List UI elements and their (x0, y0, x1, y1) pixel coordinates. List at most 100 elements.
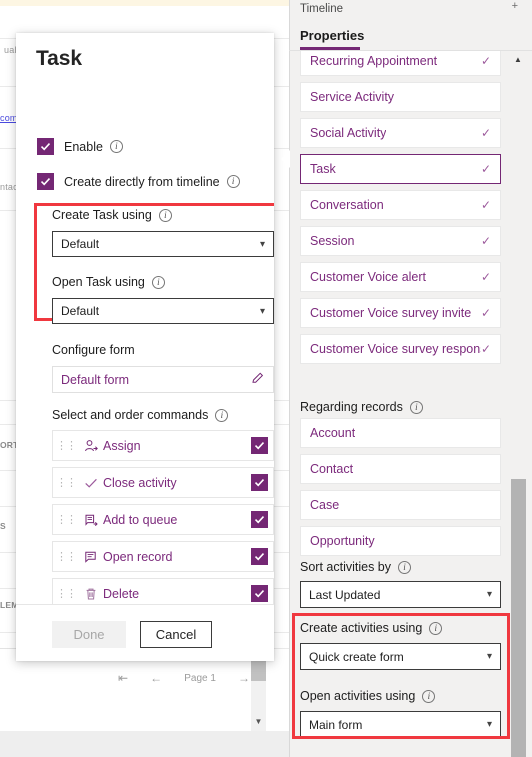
page-label: Page 1 (184, 672, 216, 684)
drag-handle-icon[interactable]: ⋮⋮ (53, 439, 79, 452)
regarding-records-label: Regarding records i (300, 400, 423, 414)
regarding-record-label: Opportunity (310, 534, 375, 548)
create-directly-checkbox[interactable] (37, 173, 54, 190)
command-checkbox[interactable] (251, 511, 268, 528)
checkmark-icon[interactable]: ✓ (481, 162, 491, 176)
open-task-info-icon[interactable]: i (151, 275, 165, 289)
done-button[interactable]: Done (52, 621, 126, 648)
scroll-up-icon[interactable]: ▲ (510, 51, 526, 67)
regarding-record-label: Account (310, 426, 356, 440)
regarding-records-info-icon[interactable]: i (409, 400, 423, 414)
command-checkbox[interactable] (251, 585, 268, 602)
chevron-down-icon[interactable]: ▾ (260, 239, 265, 250)
first-page-icon[interactable]: ⇤ (118, 671, 128, 685)
sort-activities-text: Sort activities by (300, 560, 392, 574)
default-form-value: Default form (61, 372, 130, 387)
properties-scrollbar-thumb[interactable] (511, 479, 526, 757)
regarding-record-label: Case (310, 498, 340, 512)
activity-type-label: Session (310, 234, 355, 248)
open-activities-info-icon[interactable]: i (422, 689, 436, 703)
create-activities-text: Create activities using (300, 621, 423, 635)
create-directly-checkbox-row[interactable]: Create directly from timeline i (37, 173, 240, 190)
commands-info-icon[interactable]: i (215, 408, 229, 422)
command-row[interactable]: ⋮⋮ Assign (52, 430, 274, 461)
plus-icon[interactable]: + (512, 0, 518, 12)
chevron-down-icon[interactable]: ▾ (487, 719, 492, 730)
create-task-label: Create Task using i (52, 208, 172, 222)
regarding-record-item[interactable]: Opportunity (300, 526, 501, 556)
drag-handle-icon[interactable]: ⋮⋮ (53, 513, 79, 526)
cancel-button[interactable]: Cancel (140, 621, 212, 648)
command-checkbox[interactable] (251, 437, 268, 454)
regarding-record-item[interactable]: Account (300, 418, 501, 448)
activity-type-item[interactable]: Conversation ✓ (300, 190, 501, 220)
create-activities-select[interactable]: Quick create form ▾ (300, 643, 501, 670)
activity-type-label: Conversation (310, 198, 384, 212)
checkmark-icon[interactable]: ✓ (481, 306, 491, 320)
create-directly-info-icon[interactable]: i (226, 175, 240, 188)
create-task-select[interactable]: Default ▾ (52, 231, 274, 257)
checkmark-icon[interactable]: ✓ (481, 198, 491, 212)
open-activities-select[interactable]: Main form ▾ (300, 711, 501, 738)
command-checkbox[interactable] (251, 548, 268, 565)
scroll-down-icon[interactable]: ▼ (251, 714, 266, 729)
dialog-footer: Done Cancel (16, 604, 274, 661)
chevron-down-icon[interactable]: ▾ (487, 589, 492, 600)
checkmark-icon[interactable]: ✓ (481, 342, 491, 356)
drag-handle-icon[interactable]: ⋮⋮ (53, 587, 79, 600)
create-activities-info-icon[interactable]: i (429, 621, 443, 635)
checkmark-icon[interactable]: ✓ (481, 54, 491, 68)
tab-properties[interactable]: Properties (300, 28, 364, 43)
regarding-record-item[interactable]: Case (300, 490, 501, 520)
activity-type-item[interactable]: Social Activity ✓ (300, 118, 501, 148)
command-row[interactable]: ⋮⋮ Open record (52, 541, 274, 572)
pagination-controls[interactable]: ⇤ ← Page 1 → (118, 667, 250, 689)
command-row[interactable]: ⋮⋮ Add to queue (52, 504, 274, 535)
activity-type-label: Customer Voice alert (310, 270, 427, 284)
background-text-fragment[interactable]: com (0, 113, 18, 123)
open-activities-text: Open activities using (300, 689, 416, 703)
chevron-down-icon[interactable]: ▾ (260, 306, 265, 317)
background-text-fragment: S (0, 521, 6, 531)
activity-type-item[interactable]: Customer Voice alert ✓ (300, 262, 501, 292)
create-directly-label: Create directly from timeline (64, 174, 220, 189)
activity-type-item[interactable]: Session ✓ (300, 226, 501, 256)
drag-handle-icon[interactable]: ⋮⋮ (53, 550, 79, 563)
checkmark-icon[interactable]: ✓ (481, 126, 491, 140)
chevron-down-icon[interactable]: ▾ (487, 651, 492, 662)
activity-type-item[interactable]: Recurring Appointment ✓ (300, 51, 501, 76)
activity-type-item[interactable]: Customer Voice survey response ✓ (300, 334, 501, 364)
command-label: Add to queue (103, 512, 178, 527)
drag-handle-icon[interactable]: ⋮⋮ (53, 476, 79, 489)
breadcrumb[interactable]: Timeline (300, 3, 343, 15)
trash-icon (79, 587, 103, 601)
create-task-label-text: Create Task using (52, 208, 152, 222)
activity-type-item[interactable]: Customer Voice survey invite ✓ (300, 298, 501, 328)
checkmark-icon[interactable]: ✓ (481, 270, 491, 284)
checkmark-icon[interactable]: ✓ (481, 234, 491, 248)
next-page-icon[interactable]: → (238, 671, 250, 685)
sort-activities-select[interactable]: Last Updated ▾ (300, 581, 501, 608)
activity-type-label: Customer Voice survey response (310, 342, 481, 356)
open-activities-value: Main form (309, 717, 363, 732)
previous-page-icon[interactable]: ← (150, 671, 162, 685)
command-label: Assign (103, 438, 141, 453)
enable-checkbox-row[interactable]: Enable i (37, 138, 123, 155)
activity-type-label: Service Activity (310, 90, 395, 104)
activity-type-item[interactable]: Task ✓ (300, 154, 501, 184)
enable-info-icon[interactable]: i (109, 140, 123, 153)
activity-type-item[interactable]: Service Activity (300, 82, 501, 112)
command-row[interactable]: ⋮⋮ Close activity (52, 467, 274, 498)
command-checkbox[interactable] (251, 474, 268, 491)
default-form-pill[interactable]: Default form (52, 366, 274, 393)
enable-checkbox[interactable] (37, 138, 54, 155)
configure-form-label-text: Configure form (52, 343, 135, 357)
regarding-record-item[interactable]: Contact (300, 454, 501, 484)
create-task-info-icon[interactable]: i (158, 208, 172, 222)
activity-type-label: Recurring Appointment (310, 54, 438, 68)
open-task-select[interactable]: Default ▾ (52, 298, 274, 324)
regarding-record-label: Contact (310, 462, 354, 476)
pencil-icon[interactable] (251, 371, 265, 388)
sort-activities-label: Sort activities by i (300, 560, 412, 574)
sort-activities-info-icon[interactable]: i (398, 560, 412, 574)
